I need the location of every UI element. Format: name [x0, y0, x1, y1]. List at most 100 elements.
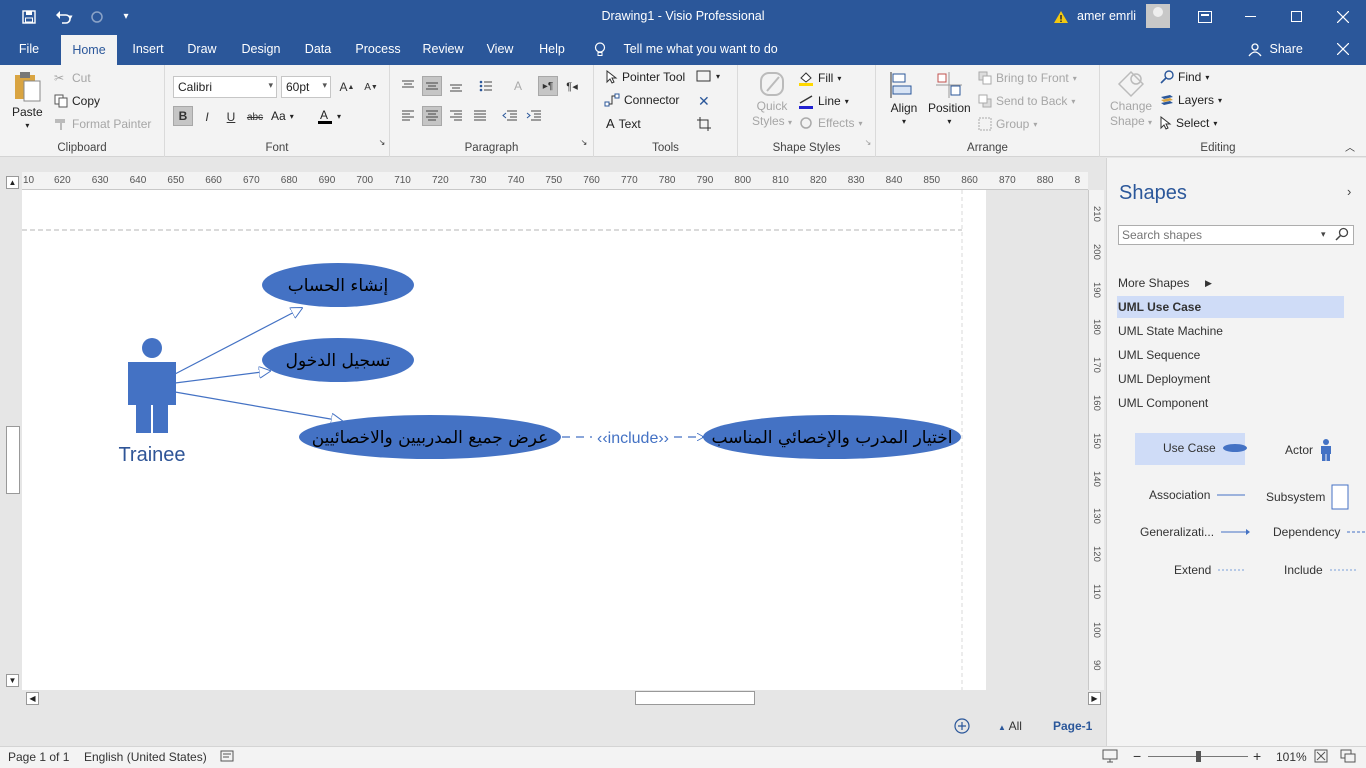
crop-tool-icon[interactable]: [696, 116, 712, 132]
align-center-icon[interactable]: [422, 106, 442, 126]
close-file-icon[interactable]: [1320, 33, 1366, 65]
bring-to-front-button[interactable]: Bring to Front ▾: [978, 71, 1077, 85]
align-middle-icon[interactable]: [422, 76, 442, 96]
line-button[interactable]: Line ▾: [798, 93, 849, 109]
underline-button[interactable]: U: [221, 107, 241, 127]
share-button[interactable]: Share: [1248, 33, 1303, 65]
tab-design[interactable]: Design: [234, 33, 288, 65]
change-shape-button[interactable]: Change Shape ▾: [1110, 69, 1152, 130]
font-size-select[interactable]: 60pt: [281, 76, 331, 98]
ltr-icon[interactable]: ▸¶: [538, 76, 558, 96]
master-dependency[interactable]: Dependency: [1273, 525, 1366, 539]
horizontal-scroll-thumb[interactable]: [635, 691, 755, 705]
master-subsystem[interactable]: Subsystem: [1266, 484, 1349, 510]
tab-data[interactable]: Data: [298, 33, 338, 65]
zoom-in-icon[interactable]: +: [1253, 748, 1261, 764]
align-right-icon[interactable]: [446, 106, 466, 126]
scroll-down-icon[interactable]: ▼: [6, 674, 19, 687]
master-generalization[interactable]: Generalizati...: [1140, 525, 1251, 539]
vertical-scrollbar[interactable]: ▲ ▼: [4, 172, 22, 690]
send-to-back-button[interactable]: Send to Back ▾: [978, 94, 1075, 108]
master-actor[interactable]: Actor: [1285, 439, 1333, 461]
text-tool-button[interactable]: A Text: [606, 116, 641, 131]
ribbon-display-icon[interactable]: [1182, 0, 1228, 33]
tab-help[interactable]: Help: [532, 33, 572, 65]
italic-button[interactable]: I: [197, 107, 217, 127]
align-left-icon[interactable]: [398, 106, 418, 126]
master-extend[interactable]: Extend: [1174, 563, 1247, 577]
rectangle-tool-icon[interactable]: ▾: [696, 70, 720, 82]
page-number-status[interactable]: Page 1 of 1: [8, 750, 69, 764]
scroll-up-icon[interactable]: ▲: [6, 176, 19, 189]
shrink-font-icon[interactable]: A ▼: [361, 77, 381, 97]
tell-me-search[interactable]: Tell me what you want to do: [594, 33, 778, 65]
tab-draw[interactable]: Draw: [181, 33, 223, 65]
stencil-uml-use-case[interactable]: UML Use Case: [1117, 296, 1344, 318]
fill-button[interactable]: Fill ▾: [798, 70, 841, 86]
all-pages-button[interactable]: ▲ All: [998, 719, 1022, 733]
close-icon[interactable]: [1320, 0, 1366, 33]
paste-button[interactable]: Paste ▾: [12, 71, 43, 130]
stencil-uml-deployment[interactable]: UML Deployment: [1117, 368, 1345, 390]
group-button[interactable]: Group ▾: [978, 117, 1037, 131]
more-shapes-item[interactable]: More Shapes ▶: [1117, 272, 1345, 294]
zoom-out-icon[interactable]: −: [1133, 748, 1141, 764]
tab-process[interactable]: Process: [350, 33, 406, 65]
association-line-3[interactable]: [174, 391, 342, 421]
stencil-uml-state-machine[interactable]: UML State Machine: [1117, 320, 1345, 342]
drawing-page[interactable]: Trainee إنشاء الحساب تسجيل الدخول عرض جم…: [22, 190, 986, 690]
scroll-right-icon[interactable]: ▶: [1088, 692, 1101, 705]
stencil-uml-sequence[interactable]: UML Sequence: [1117, 344, 1345, 366]
vertical-scroll-thumb[interactable]: [6, 426, 20, 494]
decrease-indent-icon[interactable]: [500, 106, 520, 126]
tab-insert[interactable]: Insert: [125, 33, 171, 65]
tab-home[interactable]: Home: [61, 35, 117, 65]
tab-view[interactable]: View: [480, 33, 520, 65]
use-case-choose-trainer[interactable]: اختيار المدرب والإخصائي المناسب: [703, 415, 961, 459]
user-name[interactable]: amer emrli: [1077, 9, 1136, 23]
actor-trainee[interactable]: Trainee: [118, 338, 186, 466]
font-family-select[interactable]: Calibri: [173, 76, 277, 98]
connection-point-icon[interactable]: ✕: [698, 93, 710, 110]
switch-windows-icon[interactable]: [1340, 749, 1356, 766]
macro-record-icon[interactable]: [220, 749, 234, 766]
use-case-view-trainers[interactable]: عرض جميع المدربيين والاخصائيين: [299, 415, 561, 459]
association-line-2[interactable]: [174, 371, 270, 384]
collapse-ribbon-icon[interactable]: ︿: [1342, 139, 1358, 154]
bullets-icon[interactable]: [476, 76, 496, 96]
align-top-icon[interactable]: [398, 76, 418, 96]
change-case-button[interactable]: Aa ▾: [271, 109, 294, 123]
select-button[interactable]: Select ▾: [1160, 116, 1217, 130]
presentation-mode-icon[interactable]: [1102, 749, 1118, 766]
search-icon[interactable]: [1335, 227, 1349, 244]
connector-button[interactable]: Connector: [604, 93, 679, 107]
grow-font-icon[interactable]: A ▲: [337, 77, 357, 97]
copy-button[interactable]: Copy: [54, 94, 100, 108]
use-case-login[interactable]: تسجيل الدخول: [262, 338, 414, 382]
zoom-slider-thumb[interactable]: [1196, 751, 1201, 762]
cut-button[interactable]: ✂ Cut: [54, 71, 91, 85]
scroll-left-icon[interactable]: ◀: [26, 692, 39, 705]
effects-button[interactable]: Effects ▾: [798, 116, 862, 130]
pointer-tool-button[interactable]: Pointer Tool: [606, 70, 685, 84]
master-association[interactable]: Association: [1149, 488, 1246, 502]
fit-to-window-icon[interactable]: [1314, 749, 1328, 766]
master-include[interactable]: Include: [1284, 563, 1359, 577]
justify-icon[interactable]: [470, 106, 490, 126]
insert-page-icon[interactable]: [953, 717, 971, 738]
bold-button[interactable]: B: [173, 106, 193, 126]
avatar[interactable]: [1146, 4, 1170, 28]
stencil-uml-component[interactable]: UML Component: [1117, 392, 1345, 414]
rtl-icon[interactable]: ¶◂: [562, 76, 582, 96]
find-button[interactable]: Find ▾: [1160, 70, 1209, 84]
search-dropdown-icon[interactable]: ▾: [1321, 229, 1326, 240]
page-tab-1[interactable]: Page-1: [1053, 719, 1092, 733]
expand-pane-icon[interactable]: ›: [1347, 184, 1351, 199]
layers-button[interactable]: Layers ▾: [1160, 93, 1222, 107]
horizontal-scrollbar[interactable]: ◀ ▶: [22, 690, 1104, 706]
warning-icon[interactable]: [1052, 0, 1070, 33]
tab-file[interactable]: File: [8, 33, 50, 65]
use-case-create-account[interactable]: إنشاء الحساب: [262, 263, 414, 307]
maximize-icon[interactable]: [1274, 0, 1320, 33]
align-bottom-icon[interactable]: [446, 76, 466, 96]
